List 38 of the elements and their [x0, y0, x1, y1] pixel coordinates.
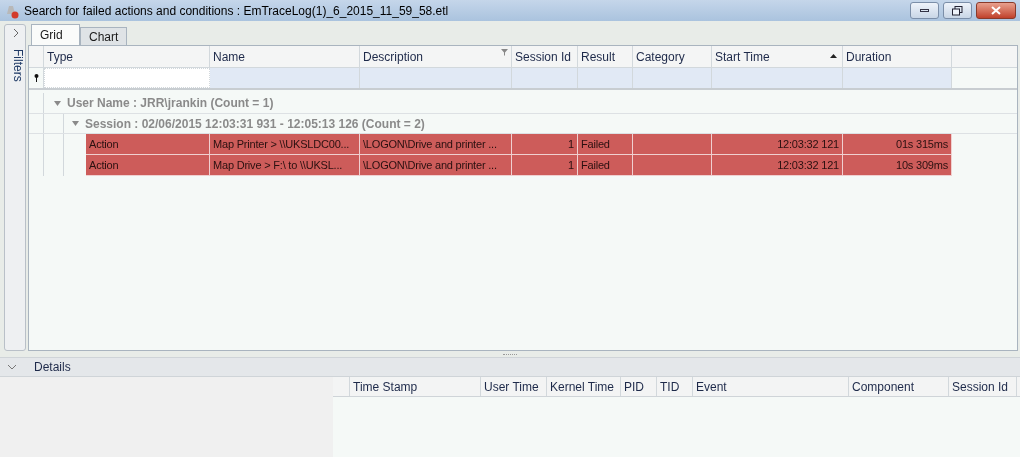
- column-header[interactable]: Name: [210, 46, 360, 67]
- column-header[interactable]: Start Time: [712, 46, 843, 67]
- column-header[interactable]: TID: [657, 377, 693, 396]
- details-title: Details: [34, 359, 71, 376]
- column-header[interactable]: Session Id: [512, 46, 578, 67]
- tab[interactable]: Grid: [31, 24, 80, 45]
- group-row-label: Session : 02/06/2015 12:03:31 931 - 12:05:13 126 (Count = 2): [85, 115, 425, 133]
- column-header[interactable]: Category: [633, 46, 712, 67]
- table-cell: 01s 315ms: [843, 134, 952, 155]
- table-cell: \LOGON\Drive and printer ...: [360, 155, 512, 176]
- column-header[interactable]: Duration: [843, 46, 952, 67]
- column-header[interactable]: Kernel Time: [547, 377, 621, 396]
- table-cell: Action: [86, 155, 210, 176]
- table-cell: Map Printer > \\UKSLDC00...: [210, 134, 360, 155]
- table-cell: 1: [512, 134, 578, 155]
- column-header[interactable]: Type: [44, 46, 210, 67]
- table-cell: \LOGON\Drive and printer ...: [360, 134, 512, 155]
- table-cell: Failed: [578, 155, 633, 176]
- tab[interactable]: Chart: [80, 27, 127, 45]
- table-cell: 10s 309ms: [843, 155, 952, 176]
- filters-side-tab[interactable]: Filters: [4, 24, 26, 351]
- column-header[interactable]: User Time: [481, 377, 547, 396]
- window-title: Search for failed actions and conditions : EmTraceLog(1)_6_2015_11_59_58.etl: [24, 2, 449, 20]
- column-header[interactable]: Result: [578, 46, 633, 67]
- table-cell: 12:03:32 121: [712, 155, 843, 176]
- details-header[interactable]: Details: [0, 357, 1020, 377]
- table-cell: Action: [86, 134, 210, 155]
- table-cell: 1: [512, 155, 578, 176]
- column-header[interactable]: Description: [360, 46, 512, 67]
- table-cell: Failed: [578, 134, 633, 155]
- column-header[interactable]: Component: [849, 377, 949, 396]
- table-cell: 12:03:32 121: [712, 134, 843, 155]
- column-header[interactable]: Time Stamp: [350, 377, 481, 396]
- column-header[interactable]: PID: [621, 377, 657, 396]
- column-header[interactable]: Event: [693, 377, 849, 396]
- column-header[interactable]: Session Id: [949, 377, 1017, 396]
- group-row-label: User Name : JRR\jrankin (Count = 1): [67, 95, 274, 112]
- table-cell: Map Drive > F:\ to \\UKSL...: [210, 155, 360, 176]
